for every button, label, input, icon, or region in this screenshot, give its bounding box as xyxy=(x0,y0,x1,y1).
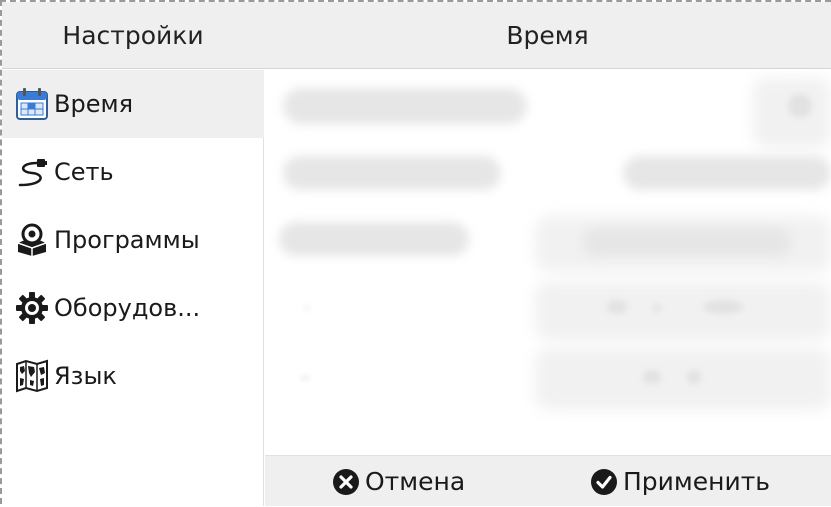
blurred-row xyxy=(623,156,831,190)
apply-button[interactable]: Применить xyxy=(589,456,770,507)
blurred-dot xyxy=(301,376,309,380)
blurred-row xyxy=(283,156,501,190)
sidebar-item-label: Оборудов... xyxy=(54,294,201,322)
blurred-dot xyxy=(607,300,627,314)
blurred-dot xyxy=(305,306,309,310)
blurred-row xyxy=(283,88,527,124)
sidebar: Время Сеть Программы Оборудов... Язык xyxy=(2,70,264,506)
cancel-circle-icon xyxy=(331,467,361,497)
blurred-dot xyxy=(687,370,701,384)
blurred-dot xyxy=(643,370,661,384)
cancel-button[interactable]: Отмена xyxy=(331,456,465,507)
sidebar-item-label: Язык xyxy=(54,362,117,390)
cancel-button-label: Отмена xyxy=(365,467,466,496)
blurred-row xyxy=(279,222,469,256)
header-bar: Настройки Время xyxy=(2,2,831,69)
content-panel xyxy=(265,70,831,455)
settings-title: Настройки xyxy=(62,21,204,50)
sidebar-item-software[interactable]: Программы xyxy=(2,206,264,274)
sidebar-item-label: Время xyxy=(54,90,134,118)
check-circle-icon xyxy=(589,467,619,497)
blurred-field xyxy=(535,282,831,340)
footer-bar: Отмена Применить xyxy=(265,455,831,506)
sidebar-item-language[interactable]: Язык xyxy=(2,342,264,410)
sidebar-item-label: Сеть xyxy=(54,158,114,186)
settings-window: Настройки Время Время Сеть Программы Обо… xyxy=(0,0,831,506)
software-package-icon xyxy=(14,222,50,258)
gear-icon xyxy=(14,290,50,326)
blurred-row xyxy=(583,228,791,256)
blurred-dot xyxy=(703,300,743,314)
world-map-icon xyxy=(14,358,50,394)
page-title: Время xyxy=(506,21,589,50)
calendar-icon xyxy=(14,86,50,122)
sidebar-item-hardware[interactable]: Оборудов... xyxy=(2,274,264,342)
blurred-field xyxy=(535,348,831,410)
sidebar-item-network[interactable]: Сеть xyxy=(2,138,264,206)
sidebar-item-label: Программы xyxy=(54,226,200,254)
apply-button-label: Применить xyxy=(623,467,771,496)
blurred-dot xyxy=(788,94,812,118)
blurred-dot xyxy=(653,304,661,312)
network-cable-icon xyxy=(14,154,50,190)
sidebar-item-time[interactable]: Время xyxy=(2,70,264,138)
